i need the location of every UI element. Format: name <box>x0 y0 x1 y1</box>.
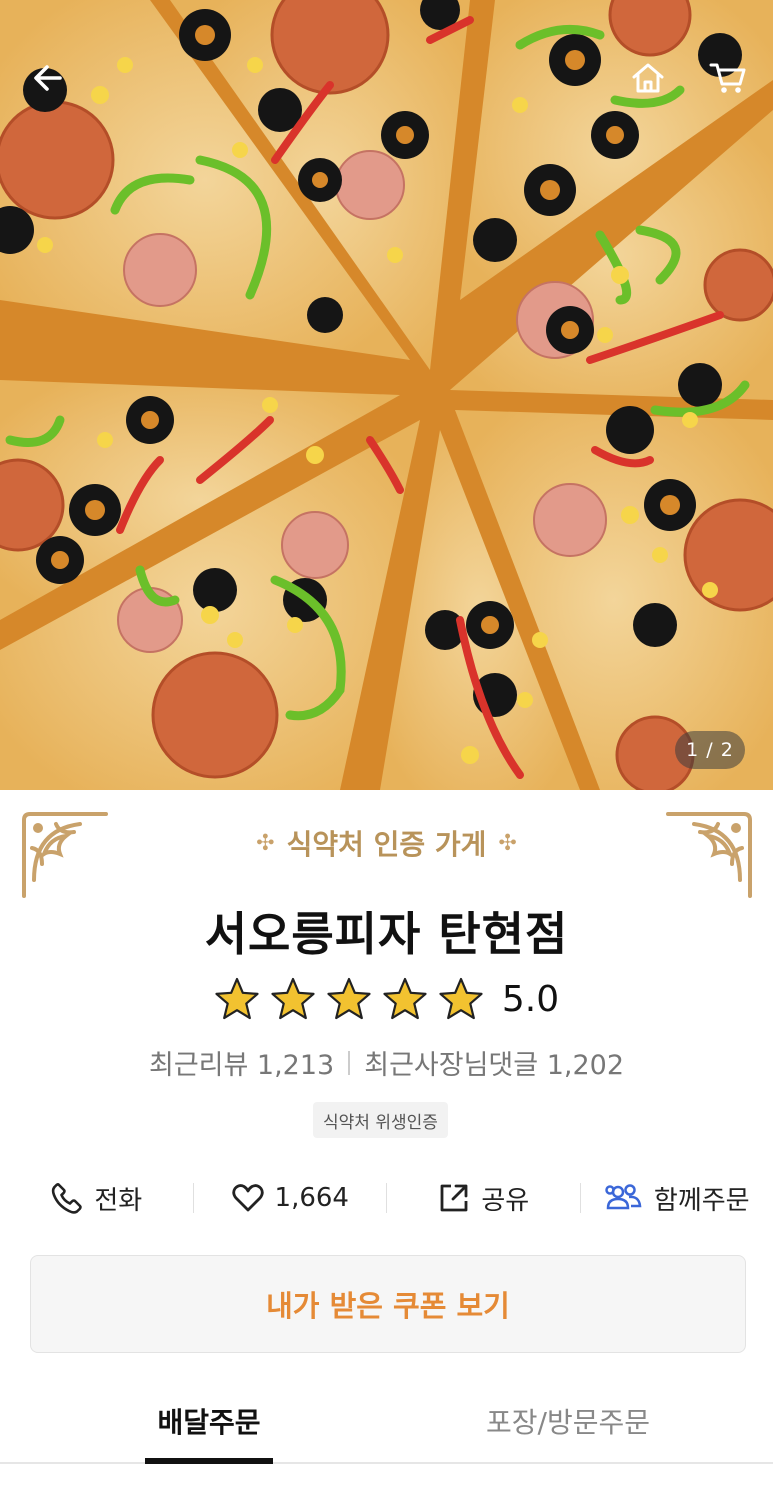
review-stats: 최근리뷰 1,213 최근사장님댓글 1,202 <box>0 1043 773 1082</box>
tab-delivery-order[interactable]: 배달주문 <box>145 1380 273 1464</box>
view-my-coupons-button[interactable]: 내가 받은 쿠폰 보기 <box>30 1255 746 1353</box>
carousel-page-indicator: 1 / 2 <box>675 731 745 769</box>
star-icon <box>439 977 483 1020</box>
star-rating[interactable]: 5.0 <box>0 976 773 1022</box>
leaf-ornament-icon: ✣ <box>256 830 275 856</box>
store-name: 서오릉피자 탄현점 <box>204 907 569 961</box>
share-icon <box>440 1184 468 1212</box>
divider <box>348 1050 351 1075</box>
certification-text: 식약처 인증 가게 <box>286 828 487 861</box>
owner-replies-link[interactable]: 최근사장님댓글 1,202 <box>364 1043 624 1082</box>
star-icon <box>383 977 427 1020</box>
back-arrow-icon <box>34 65 62 91</box>
store-photo-carousel[interactable]: 1 / 2 <box>0 0 773 790</box>
share-label: 공유 <box>481 1185 530 1216</box>
star-icon <box>215 977 259 1020</box>
top-navigation-bar <box>0 0 773 160</box>
group-order-label: 함께주문 <box>653 1185 750 1216</box>
star-icon <box>271 977 315 1020</box>
call-button[interactable]: 전화 <box>0 1180 193 1217</box>
group-users-icon <box>605 1184 642 1210</box>
cart-icon <box>709 63 746 93</box>
star-icon <box>327 977 371 1020</box>
order-type-tabs: 배달주문 포장/방문주문 <box>0 1380 773 1464</box>
home-icon <box>632 63 664 93</box>
leaf-ornament-icon: ✣ <box>498 830 517 856</box>
rating-score: 5.0 <box>501 978 560 1020</box>
phone-icon <box>52 1183 83 1214</box>
recent-reviews-link[interactable]: 최근리뷰 1,213 <box>149 1043 334 1082</box>
share-button[interactable]: 공유 <box>387 1180 580 1217</box>
like-button[interactable]: 1,664 <box>194 1181 387 1215</box>
call-label: 전화 <box>94 1185 143 1216</box>
home-button[interactable] <box>620 50 676 106</box>
hygiene-certification-badge: 식약처 위생인증 <box>313 1102 448 1138</box>
group-order-button[interactable]: 함께주문 <box>581 1180 773 1217</box>
cart-button[interactable] <box>700 50 756 106</box>
back-button[interactable] <box>20 50 76 106</box>
heart-icon <box>231 1184 264 1212</box>
like-count: 1,664 <box>274 1183 349 1213</box>
certification-banner: ✣ 식약처 인증 가게 ✣ <box>0 823 773 863</box>
tab-pickup-order[interactable]: 포장/방문주문 <box>480 1380 656 1462</box>
store-action-bar: 전화 1,664 공유 함께주문 <box>0 1170 773 1226</box>
